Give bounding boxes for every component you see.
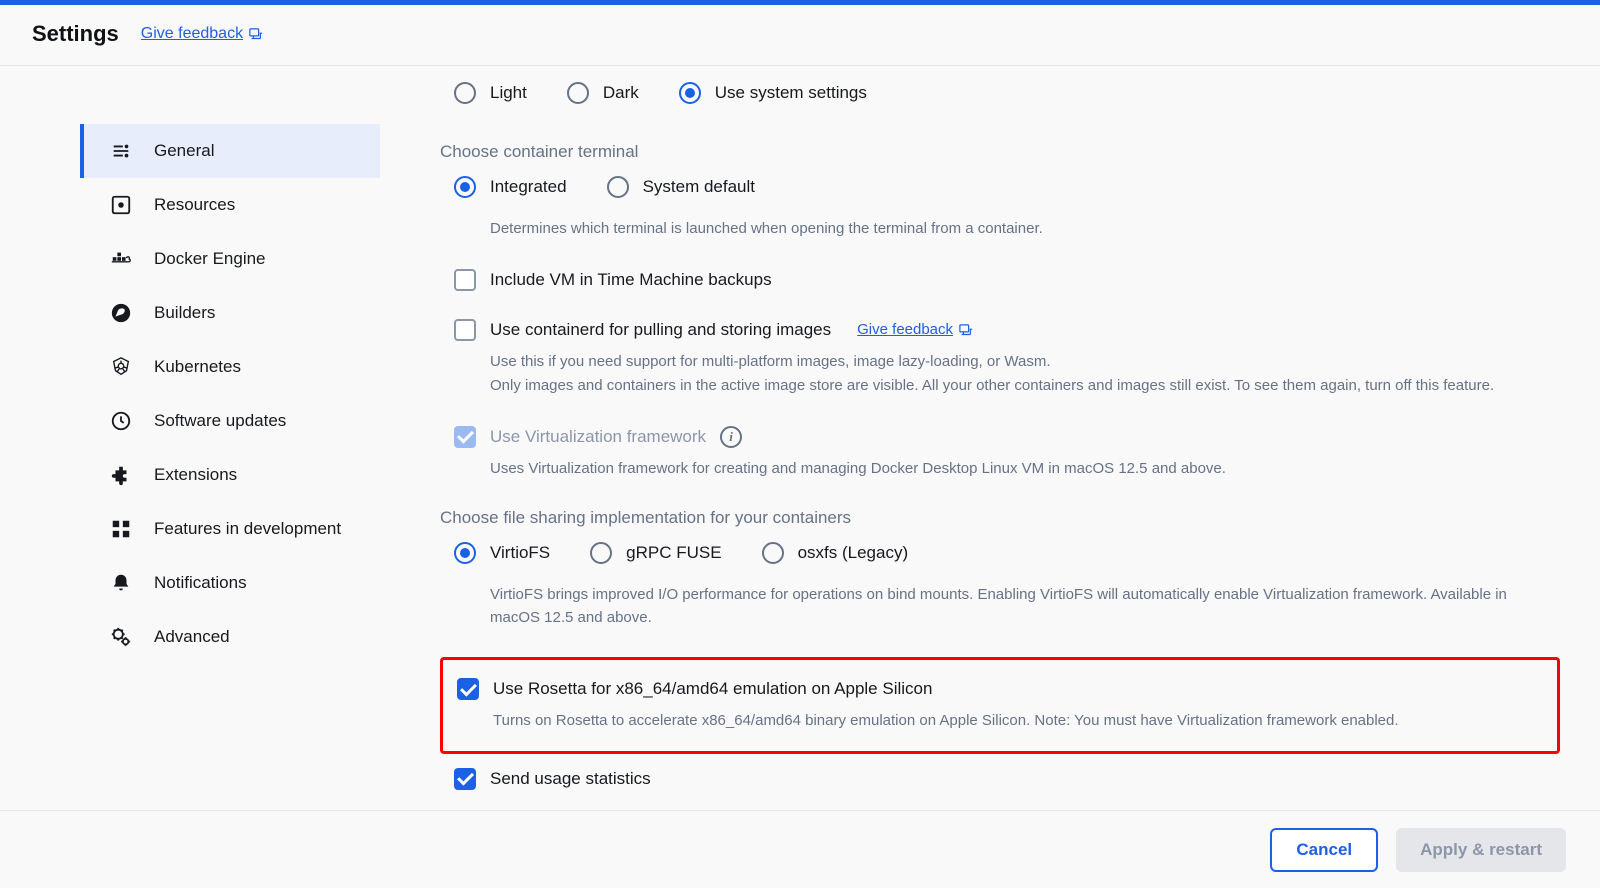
page-title: Settings	[32, 21, 119, 47]
rosetta-highlight: Use Rosetta for x86_64/amd64 emulation o…	[440, 657, 1560, 754]
feedback-icon	[249, 28, 263, 40]
builders-icon	[110, 302, 132, 324]
sidebar-item-ext[interactable]: Extensions	[80, 448, 380, 502]
sidebar-item-features[interactable]: Features in development	[80, 502, 380, 556]
filesharing-option[interactable]: VirtioFS	[454, 542, 550, 564]
filesharing-radio-label: VirtioFS	[490, 543, 550, 563]
settings-content-general: Light Dark Use system settings Choose cont…	[380, 66, 1600, 790]
containerd-checkbox[interactable]	[454, 319, 476, 341]
cancel-button[interactable]: Cancel	[1270, 828, 1378, 872]
sidebar-item-k8s[interactable]: Kubernetes	[80, 340, 380, 394]
time-machine-label: Include VM in Time Machine backups	[490, 270, 772, 290]
sidebar-item-label: Builders	[154, 303, 215, 323]
k8s-icon	[110, 356, 132, 378]
ext-icon	[110, 464, 132, 486]
settings-footer: Cancel Apply & restart	[0, 810, 1600, 888]
theme-radio-label: Light	[490, 83, 527, 103]
filesharing-radio[interactable]	[590, 542, 612, 564]
terminal-radio[interactable]	[454, 176, 476, 198]
theme-radio[interactable]	[679, 82, 701, 104]
usage-stats-checkbox[interactable]	[454, 768, 476, 790]
terminal-radio-group: Integrated System default	[454, 176, 1560, 208]
filesharing-radio[interactable]	[762, 542, 784, 564]
sidebar-item-engine[interactable]: Docker Engine	[80, 232, 380, 286]
theme-option[interactable]: Use system settings	[679, 82, 867, 104]
settings-header: Settings Give feedback	[0, 5, 1600, 66]
info-icon[interactable]: i	[720, 426, 742, 448]
resources-icon	[110, 194, 132, 216]
virtualization-label: Use Virtualization framework i	[490, 426, 742, 448]
rosetta-checkbox[interactable]	[457, 678, 479, 700]
features-icon	[110, 518, 132, 540]
engine-icon	[110, 248, 132, 270]
theme-radio-label: Use system settings	[715, 83, 867, 103]
apply-restart-button: Apply & restart	[1396, 828, 1566, 872]
theme-option[interactable]: Light	[454, 82, 527, 104]
sidebar-item-label: Resources	[154, 195, 235, 215]
sidebar-item-label: Software updates	[154, 411, 286, 431]
sidebar-item-updates[interactable]: Software updates	[80, 394, 380, 448]
usage-stats-label: Send usage statistics	[490, 769, 651, 789]
filesharing-radio-label: gRPC FUSE	[626, 543, 721, 563]
terminal-radio-label: Integrated	[490, 177, 567, 197]
virtualization-description: Uses Virtualization framework for creati…	[490, 458, 1550, 481]
filesharing-radio-group: VirtioFS gRPC FUSE osxfs (Legacy)	[454, 542, 1560, 574]
theme-radio[interactable]	[567, 82, 589, 104]
give-feedback-label: Give feedback	[141, 25, 243, 43]
terminal-option[interactable]: System default	[607, 176, 755, 198]
filesharing-radio[interactable]	[454, 542, 476, 564]
virtualization-checkbox	[454, 426, 476, 448]
containerd-feedback-link[interactable]: Give feedback	[857, 321, 973, 338]
terminal-option[interactable]: Integrated	[454, 176, 567, 198]
theme-radio[interactable]	[454, 82, 476, 104]
filesharing-radio-label: osxfs (Legacy)	[798, 543, 909, 563]
updates-icon	[110, 410, 132, 432]
rosetta-label: Use Rosetta for x86_64/amd64 emulation o…	[493, 679, 932, 699]
sidebar-item-label: Features in development	[154, 519, 341, 539]
rosetta-description: Turns on Rosetta to accelerate x86_64/am…	[493, 710, 1547, 733]
sidebar-item-label: Notifications	[154, 573, 247, 593]
sidebar-item-builders[interactable]: Builders	[80, 286, 380, 340]
filesharing-option[interactable]: gRPC FUSE	[590, 542, 721, 564]
theme-radio-label: Dark	[603, 83, 639, 103]
filesharing-option[interactable]: osxfs (Legacy)	[762, 542, 909, 564]
terminal-radio-label: System default	[643, 177, 755, 197]
theme-option[interactable]: Dark	[567, 82, 639, 104]
notif-icon	[110, 572, 132, 594]
filesharing-heading: Choose file sharing implementation for y…	[440, 508, 1560, 528]
containerd-description-2: Only images and containers in the active…	[490, 375, 1550, 398]
sidebar-item-advanced[interactable]: Advanced	[80, 610, 380, 664]
sidebar-item-label: Extensions	[154, 465, 237, 485]
sidebar-item-label: Kubernetes	[154, 357, 241, 377]
settings-sidebar: General Resources Docker Engine Builders Kub…	[0, 66, 380, 790]
time-machine-checkbox[interactable]	[454, 269, 476, 291]
give-feedback-link[interactable]: Give feedback	[141, 25, 263, 43]
terminal-heading: Choose container terminal	[440, 142, 1560, 162]
containerd-label: Use containerd for pulling and storing i…	[490, 320, 973, 340]
sidebar-item-label: Docker Engine	[154, 249, 266, 269]
filesharing-description: VirtioFS brings improved I/O performance…	[490, 584, 1550, 629]
sidebar-item-resources[interactable]: Resources	[80, 178, 380, 232]
feedback-icon	[959, 324, 973, 336]
theme-radio-group: Light Dark Use system settings	[454, 82, 1560, 114]
containerd-description-1: Use this if you need support for multi-p…	[490, 351, 1550, 374]
sidebar-item-label: General	[154, 141, 214, 161]
sidebar-item-label: Advanced	[154, 627, 230, 647]
terminal-radio[interactable]	[607, 176, 629, 198]
sidebar-item-general[interactable]: General	[80, 124, 380, 178]
general-icon	[110, 140, 132, 162]
terminal-description: Determines which terminal is launched wh…	[490, 218, 1550, 241]
advanced-icon	[110, 626, 132, 648]
sidebar-item-notif[interactable]: Notifications	[80, 556, 380, 610]
